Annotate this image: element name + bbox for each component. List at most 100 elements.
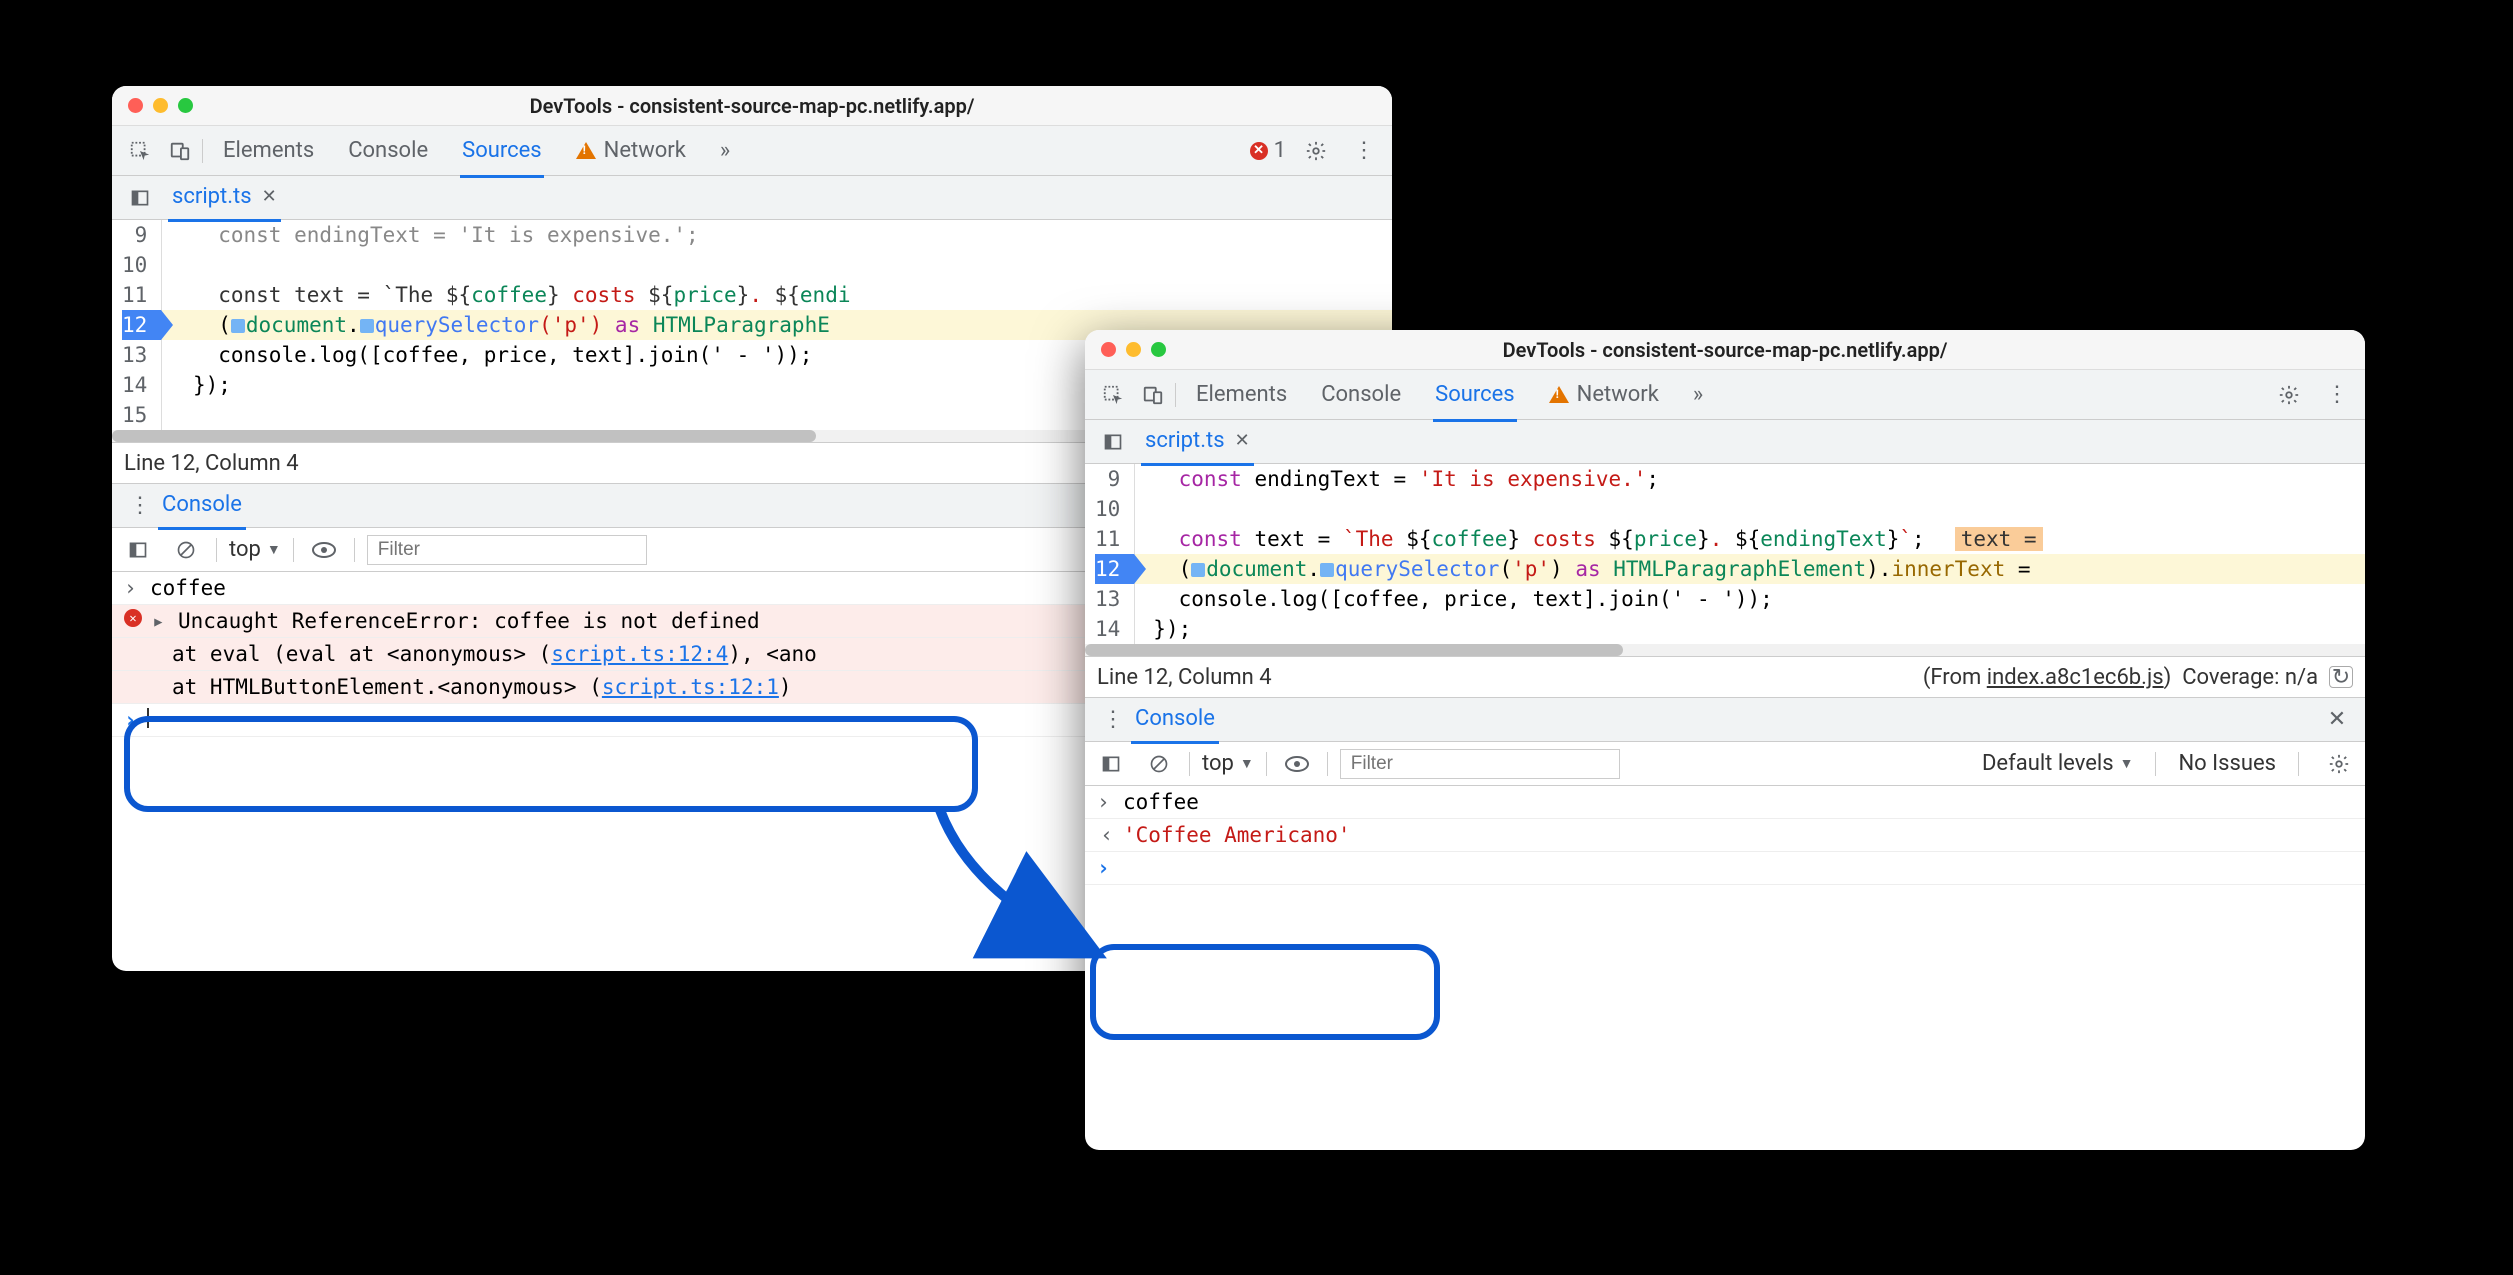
code-line: const endingText = 'It is expensive.';	[1135, 464, 2365, 494]
file-tab-script[interactable]: script.ts✕	[1141, 418, 1254, 466]
code-line: const endingText = 'It is expensive.';	[162, 220, 1392, 250]
execution-line-marker: 12	[122, 310, 161, 340]
property-icon	[1191, 563, 1205, 577]
kebab-icon[interactable]: ⋮	[2319, 377, 2355, 413]
close-drawer-icon[interactable]: ✕	[2319, 702, 2355, 738]
issues-button[interactable]: No Issues	[2178, 751, 2276, 776]
stack-link[interactable]: script.ts:12:1	[602, 675, 779, 699]
code-line-highlighted: (document.querySelector('p') as HTMLPara…	[1135, 554, 2365, 584]
navigator-toggle-icon[interactable]	[1095, 424, 1131, 460]
file-tab-script[interactable]: script.ts✕	[168, 174, 281, 222]
expand-chevron-icon[interactable]: ▸	[152, 609, 168, 633]
kebab-icon[interactable]: ⋮	[122, 488, 158, 524]
tab-sources[interactable]: Sources	[1433, 370, 1517, 422]
console-expression: coffee	[1123, 790, 1199, 814]
cursor	[147, 708, 149, 728]
prompt-chevron-icon: ›	[1097, 856, 1110, 880]
filter-input[interactable]	[1340, 749, 1620, 779]
window-title: DevTools - consistent-source-map-pc.netl…	[1085, 338, 2365, 362]
more-tabs-icon[interactable]: »	[718, 126, 732, 175]
tab-sources[interactable]: Sources	[460, 126, 544, 178]
code-line	[162, 250, 1392, 280]
gutter: 9 10 11 12 13 14 15	[112, 220, 162, 430]
navigator-toggle-icon[interactable]	[122, 180, 158, 216]
device-toggle-icon[interactable]	[162, 133, 198, 169]
line-number: 11	[122, 280, 147, 310]
line-number: 9	[122, 220, 147, 250]
line-number: 13	[122, 340, 147, 370]
live-expression-icon[interactable]	[306, 532, 342, 568]
sidebar-toggle-icon[interactable]	[120, 532, 156, 568]
device-toggle-icon[interactable]	[1135, 377, 1171, 413]
gutter: 9 10 11 12 13 14	[1085, 464, 1135, 644]
console-settings-icon[interactable]	[2321, 746, 2357, 782]
drawer-tab-console[interactable]: Console	[1131, 696, 1219, 744]
horizontal-scrollbar[interactable]	[1085, 644, 2365, 656]
tab-network[interactable]: Network	[574, 126, 688, 175]
console-output: ›coffee › 'Coffee Americano' ›	[1085, 786, 2365, 885]
tab-console[interactable]: Console	[346, 126, 430, 175]
clear-console-icon[interactable]	[1141, 746, 1177, 782]
main-toolbar: Elements Console Sources Network » ✕1 ⋮	[112, 126, 1392, 176]
file-tabs: script.ts✕	[1085, 420, 2365, 464]
coverage-label: Coverage: n/a	[2182, 665, 2318, 690]
more-tabs-icon[interactable]: »	[1691, 370, 1705, 419]
kebab-icon[interactable]: ⋮	[1346, 133, 1382, 169]
console-input-row: ›coffee	[1085, 786, 2365, 819]
property-icon	[1320, 563, 1334, 577]
property-icon	[231, 319, 245, 333]
settings-icon[interactable]	[1298, 133, 1334, 169]
error-counter[interactable]: ✕1	[1250, 138, 1286, 163]
line-number: 9	[1095, 464, 1120, 494]
log-levels-selector[interactable]: Default levels▼	[1982, 751, 2133, 776]
maximize-window-button[interactable]	[178, 98, 193, 113]
minimize-window-button[interactable]	[153, 98, 168, 113]
source-map-origin: (From index.a8c1ec6b.js) Coverage: n/a ↻	[1923, 665, 2353, 690]
kebab-icon[interactable]: ⋮	[1095, 702, 1131, 738]
execution-line-marker: 12	[1095, 554, 1134, 584]
window-title: DevTools - consistent-source-map-pc.netl…	[112, 94, 1392, 118]
console-result-row: › 'Coffee Americano'	[1085, 819, 2365, 852]
clear-console-icon[interactable]	[168, 532, 204, 568]
output-chevron-icon: ›	[1097, 823, 1113, 847]
console-result: 'Coffee Americano'	[1123, 823, 1351, 847]
code-editor[interactable]: 9 10 11 12 13 14 const endingText = 'It …	[1085, 464, 2365, 644]
inspect-icon[interactable]	[122, 133, 158, 169]
live-expression-icon[interactable]	[1279, 746, 1315, 782]
close-file-icon[interactable]: ✕	[1235, 430, 1250, 451]
stack-link[interactable]: script.ts:12:4	[551, 642, 728, 666]
tab-elements[interactable]: Elements	[221, 126, 316, 175]
source-map-link[interactable]: index.a8c1ec6b.js	[1987, 665, 2164, 690]
minimize-window-button[interactable]	[1126, 342, 1141, 357]
close-window-button[interactable]	[128, 98, 143, 113]
line-number: 14	[1095, 614, 1120, 644]
line-number: 14	[122, 370, 147, 400]
settings-icon[interactable]	[2271, 377, 2307, 413]
tab-console[interactable]: Console	[1319, 370, 1403, 419]
line-number: 13	[1095, 584, 1120, 614]
cursor-position: Line 12, Column 4	[124, 451, 299, 476]
close-window-button[interactable]	[1101, 342, 1116, 357]
console-prompt[interactable]: ›	[1085, 852, 2365, 885]
maximize-window-button[interactable]	[1151, 342, 1166, 357]
input-chevron-icon: ›	[124, 576, 140, 600]
close-file-icon[interactable]: ✕	[262, 186, 277, 207]
code-line: const text = `The ${coffee} costs ${pric…	[162, 280, 1392, 310]
code-line: console.log([coffee, price, text].join('…	[1135, 584, 2365, 614]
context-selector[interactable]: top▼	[229, 537, 281, 562]
tab-network[interactable]: Network	[1547, 370, 1661, 419]
property-icon	[360, 319, 374, 333]
warning-icon	[576, 142, 596, 159]
drawer-tab-console[interactable]: Console	[158, 482, 246, 530]
sidebar-toggle-icon[interactable]	[1093, 746, 1129, 782]
coverage-reload-icon[interactable]: ↻	[2329, 666, 2353, 688]
code-line: const text = `The ${coffee} costs ${pric…	[1135, 524, 2365, 554]
tab-elements[interactable]: Elements	[1194, 370, 1289, 419]
context-selector[interactable]: top▼	[1202, 751, 1254, 776]
titlebar: DevTools - consistent-source-map-pc.netl…	[112, 86, 1392, 126]
status-bar: Line 12, Column 4 (From index.a8c1ec6b.j…	[1085, 656, 2365, 698]
filter-input[interactable]	[367, 535, 647, 565]
prompt-chevron-icon: ›	[124, 708, 137, 732]
inspect-icon[interactable]	[1095, 377, 1131, 413]
file-tabs: script.ts✕	[112, 176, 1392, 220]
